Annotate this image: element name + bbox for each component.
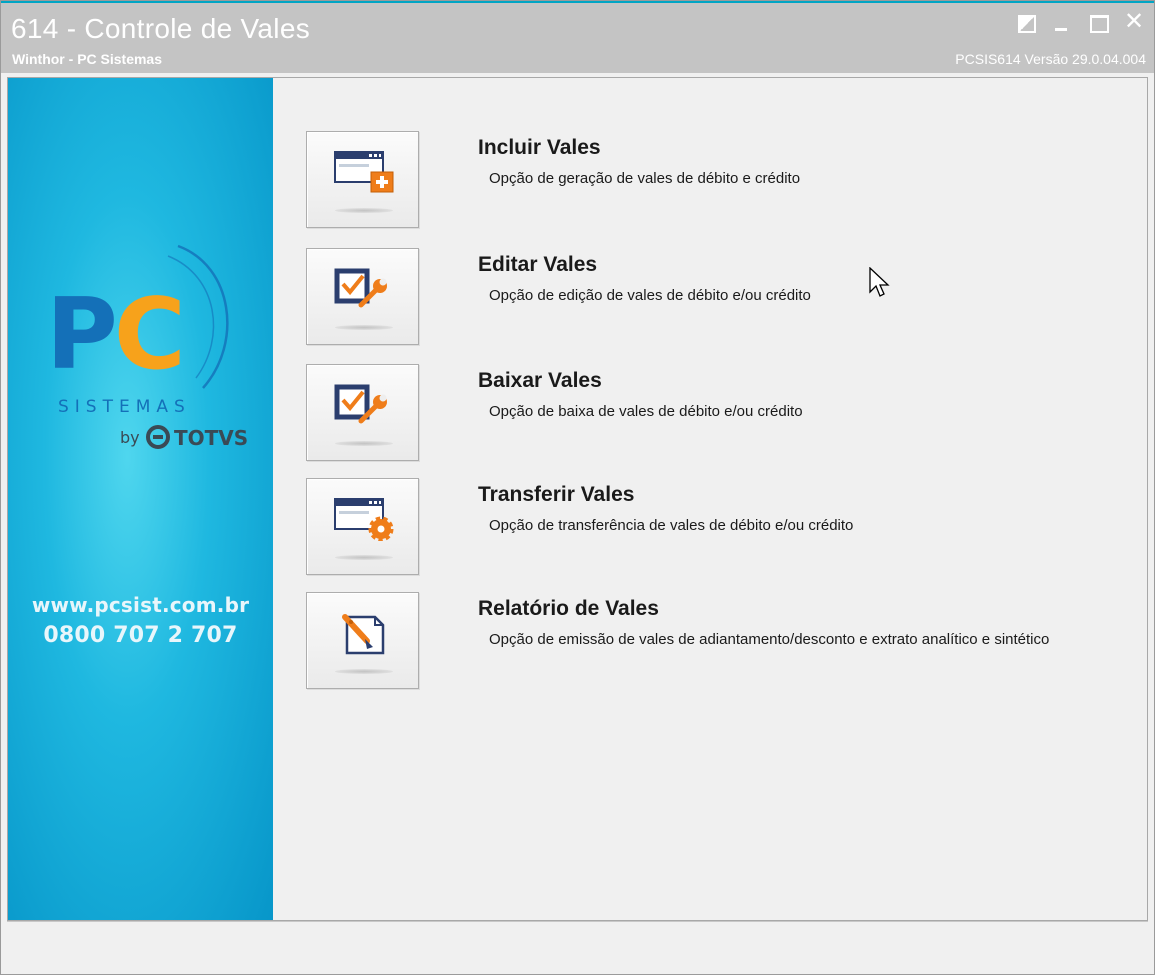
maximize-icon[interactable]	[1088, 13, 1109, 33]
baixar-vales-title[interactable]: Baixar Vales	[478, 369, 602, 393]
relatorio-vales-title[interactable]: Relatório de Vales	[478, 597, 659, 621]
transferir-vales-button[interactable]	[306, 478, 419, 575]
window-controls: ✕	[1016, 10, 1144, 34]
version-label: PCSIS614 Versão 29.0.04.004	[955, 51, 1146, 67]
editar-vales-title[interactable]: Editar Vales	[478, 253, 597, 277]
window-gear-icon	[334, 498, 394, 541]
title-bar[interactable]: 614 - Controle de Vales Winthor - PC Sis…	[1, 1, 1154, 73]
editar-vales-description: Opção de edição de vales de débito e/ou …	[489, 287, 811, 304]
logo-p: P	[46, 278, 114, 392]
logo-by: by	[120, 428, 140, 447]
baixar-vales-description: Opção de baixa de vales de débito e/ou c…	[489, 403, 803, 420]
logo-totvs: TOTVS	[174, 426, 248, 450]
window-add-icon	[334, 151, 394, 193]
checkbox-wrench-icon	[334, 384, 387, 424]
incluir-vales-title[interactable]: Incluir Vales	[478, 136, 601, 160]
document-pen-icon	[342, 614, 385, 655]
menu-item-incluir-vales: Incluir Vales Opção de geração de vales …	[306, 131, 1126, 229]
banner-phone: 0800 707 2 707	[43, 623, 238, 648]
baixar-vales-button[interactable]	[306, 364, 419, 461]
banner-website: www.pcsist.com.br	[31, 593, 250, 617]
pc-sistemas-logo: PC SISTEMAS by TOTVS	[46, 244, 248, 450]
editar-vales-button[interactable]	[306, 248, 419, 345]
logo-pc-letters: PC	[46, 278, 182, 392]
close-icon[interactable]: ✕	[1124, 10, 1144, 34]
menu-item-editar-vales: Editar Vales Opção de edição de vales de…	[306, 248, 1126, 346]
logo-c: C	[114, 278, 182, 392]
transferir-vales-description: Opção de transferência de vales de débit…	[489, 517, 854, 534]
half-filled-square-icon[interactable]	[1016, 13, 1036, 33]
window-title: 614 - Controle de Vales	[11, 13, 310, 44]
status-bar	[7, 921, 1148, 971]
brand-banner: PC SISTEMAS by TOTVS www.pcsist.com.br 0…	[8, 78, 273, 920]
relatorio-vales-button[interactable]	[306, 592, 419, 689]
transferir-vales-title[interactable]: Transferir Vales	[478, 483, 634, 507]
content-frame: PC SISTEMAS by TOTVS www.pcsist.com.br 0…	[7, 77, 1148, 921]
checkbox-wrench-icon	[334, 268, 387, 308]
incluir-vales-description: Opção de geração de vales de débito e cr…	[489, 170, 801, 187]
menu-item-relatorio-vales: Relatório de Vales Opção de emissão de v…	[306, 592, 1126, 690]
minimize-icon[interactable]	[1052, 13, 1072, 33]
menu-item-baixar-vales: Baixar Vales Opção de baixa de vales de …	[306, 364, 1126, 462]
logo-sistemas: SISTEMAS	[58, 397, 191, 417]
app-window: 614 - Controle de Vales Winthor - PC Sis…	[0, 0, 1155, 975]
window-subtitle: Winthor - PC Sistemas	[12, 51, 163, 67]
relatorio-vales-description: Opção de emissão de vales de adiantament…	[489, 631, 1050, 648]
incluir-vales-button[interactable]	[306, 131, 419, 228]
menu-item-transferir-vales: Transferir Vales Opção de transferência …	[306, 478, 1126, 576]
